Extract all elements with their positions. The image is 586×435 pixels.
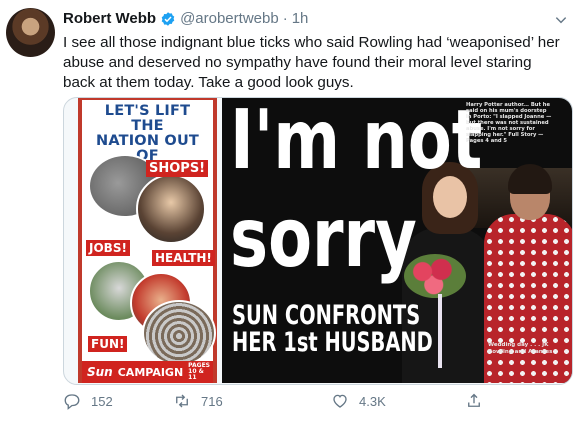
retweet-button[interactable]: 716 [173, 392, 223, 410]
reply-button[interactable]: 152 [63, 392, 113, 410]
like-button[interactable]: 4.3K [331, 392, 386, 410]
left-page-panel: LET'S LIFT THE NATION OUT OF LOCKDOWN SH… [82, 100, 216, 383]
tweet-header: Robert Webb @arobertwebb · 1h [63, 10, 308, 27]
reply-icon [64, 394, 80, 410]
shop-worker-photo [136, 174, 206, 244]
rollercoaster-photo [142, 300, 216, 366]
photo-caption: Wedding day . . . JK Rowling and Arantes [488, 342, 553, 355]
front-subheadline: SUN CONFRONTS HER 1st HUSBAND [232, 300, 433, 358]
like-count: 4.3K [359, 393, 386, 409]
bouquet-ribbon [438, 294, 442, 368]
chevron-down-icon[interactable] [554, 13, 568, 27]
verified-badge-icon [161, 11, 175, 26]
retweet-count: 716 [201, 393, 223, 409]
shops-tag: SHOPS! [146, 160, 209, 177]
share-icon [468, 393, 480, 407]
tweet-media[interactable]: LET'S LIFT THE NATION OUT OF LOCKDOWN SH… [63, 97, 573, 385]
campaign-label: CAMPAIGN [117, 365, 184, 379]
tweet-time[interactable]: 1h [292, 10, 309, 27]
tweet-actions: 152 716 4.3K [63, 392, 513, 418]
retweet-icon [176, 394, 188, 408]
share-button[interactable] [465, 392, 483, 410]
author-avatar[interactable] [6, 8, 55, 57]
reply-count: 152 [91, 393, 113, 409]
front-headline-line1: I'm not [230, 98, 483, 188]
groom-figure [484, 214, 572, 383]
header-separator: · [282, 10, 288, 27]
author-handle[interactable]: @arobertwebb [180, 10, 279, 27]
front-story-snippet: Harry Potter author... But he said on hi… [466, 102, 552, 144]
tweet-text: I see all those indignant blue ticks who… [63, 34, 560, 91]
jobs-tag: JOBS! [86, 240, 130, 256]
author-name[interactable]: Robert Webb [63, 10, 156, 27]
fun-tag: FUN! [88, 336, 128, 352]
health-tag: HEALTH! [152, 250, 215, 266]
newspaper-front-page: I'm not sorry SUN CONFRONTS HER 1st HUSB… [222, 98, 572, 383]
front-headline-line2: sorry [230, 191, 417, 286]
newspaper-left-page: LET'S LIFT THE NATION OUT OF LOCKDOWN SH… [78, 98, 217, 383]
campaign-strip: Sun CAMPAIGN PAGES 10 & 11 [82, 361, 213, 383]
campaign-pages: PAGES 10 & 11 [188, 362, 211, 381]
like-icon [333, 394, 347, 408]
sun-logo: Sun [87, 365, 113, 379]
